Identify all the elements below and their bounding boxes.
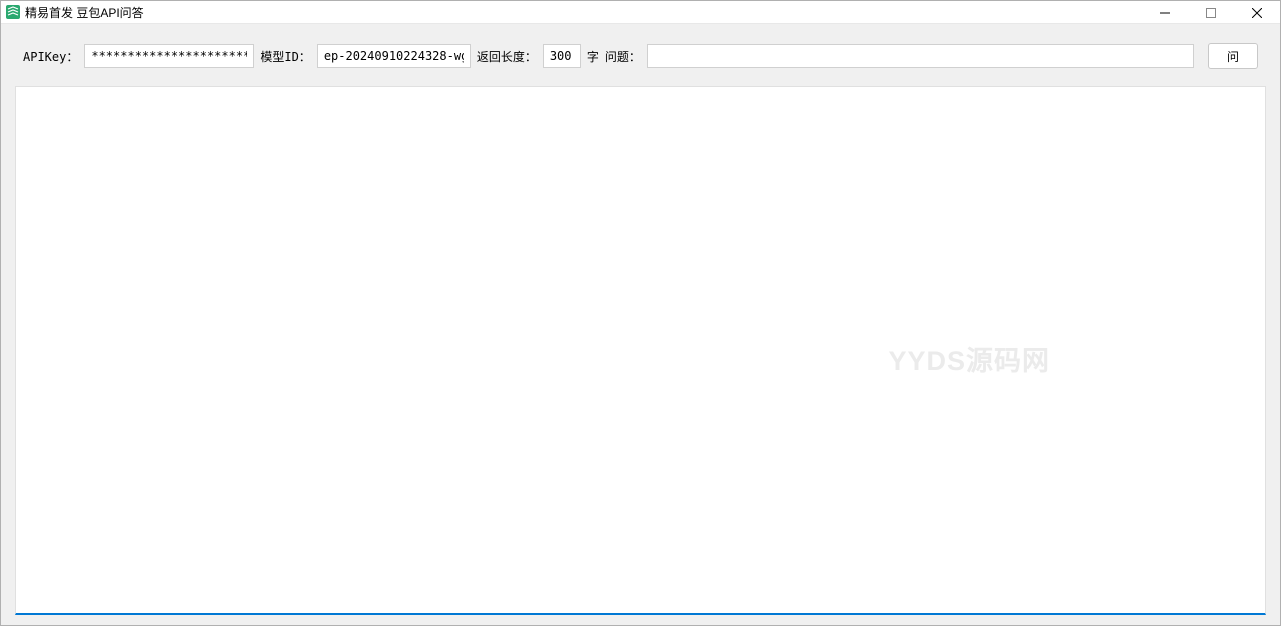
- maximize-button[interactable]: [1188, 1, 1234, 24]
- apikey-input[interactable]: [84, 44, 254, 68]
- title-left: 精易首发 豆包API问答: [5, 4, 144, 21]
- output-area[interactable]: YYDS源码网: [15, 86, 1266, 615]
- length-input[interactable]: [543, 44, 581, 68]
- question-input[interactable]: [647, 44, 1194, 68]
- window-title: 精易首发 豆包API问答: [25, 4, 144, 21]
- model-input[interactable]: [317, 44, 471, 68]
- title-bar: 精易首发 豆包API问答: [1, 1, 1280, 24]
- toolbar: APIKey： 模型ID： 返回长度： 字 问题： 问: [9, 32, 1272, 80]
- client-area: APIKey： 模型ID： 返回长度： 字 问题： 问 YYDS源码网: [1, 24, 1280, 625]
- watermark-text: YYDS源码网: [888, 339, 1050, 378]
- model-label: 模型ID：: [260, 48, 310, 65]
- minimize-button[interactable]: [1142, 1, 1188, 24]
- apikey-label: APIKey：: [23, 48, 78, 65]
- length-label: 返回长度：: [477, 48, 537, 65]
- question-label: 问题：: [605, 48, 641, 65]
- app-icon: [5, 4, 21, 20]
- length-unit: 字: [587, 48, 599, 65]
- app-window: 精易首发 豆包API问答 APIKey： 模型ID： 返回长度： 字 问题：: [0, 0, 1281, 626]
- ask-button[interactable]: 问: [1208, 43, 1258, 69]
- window-controls: [1142, 1, 1280, 23]
- close-button[interactable]: [1234, 1, 1280, 24]
